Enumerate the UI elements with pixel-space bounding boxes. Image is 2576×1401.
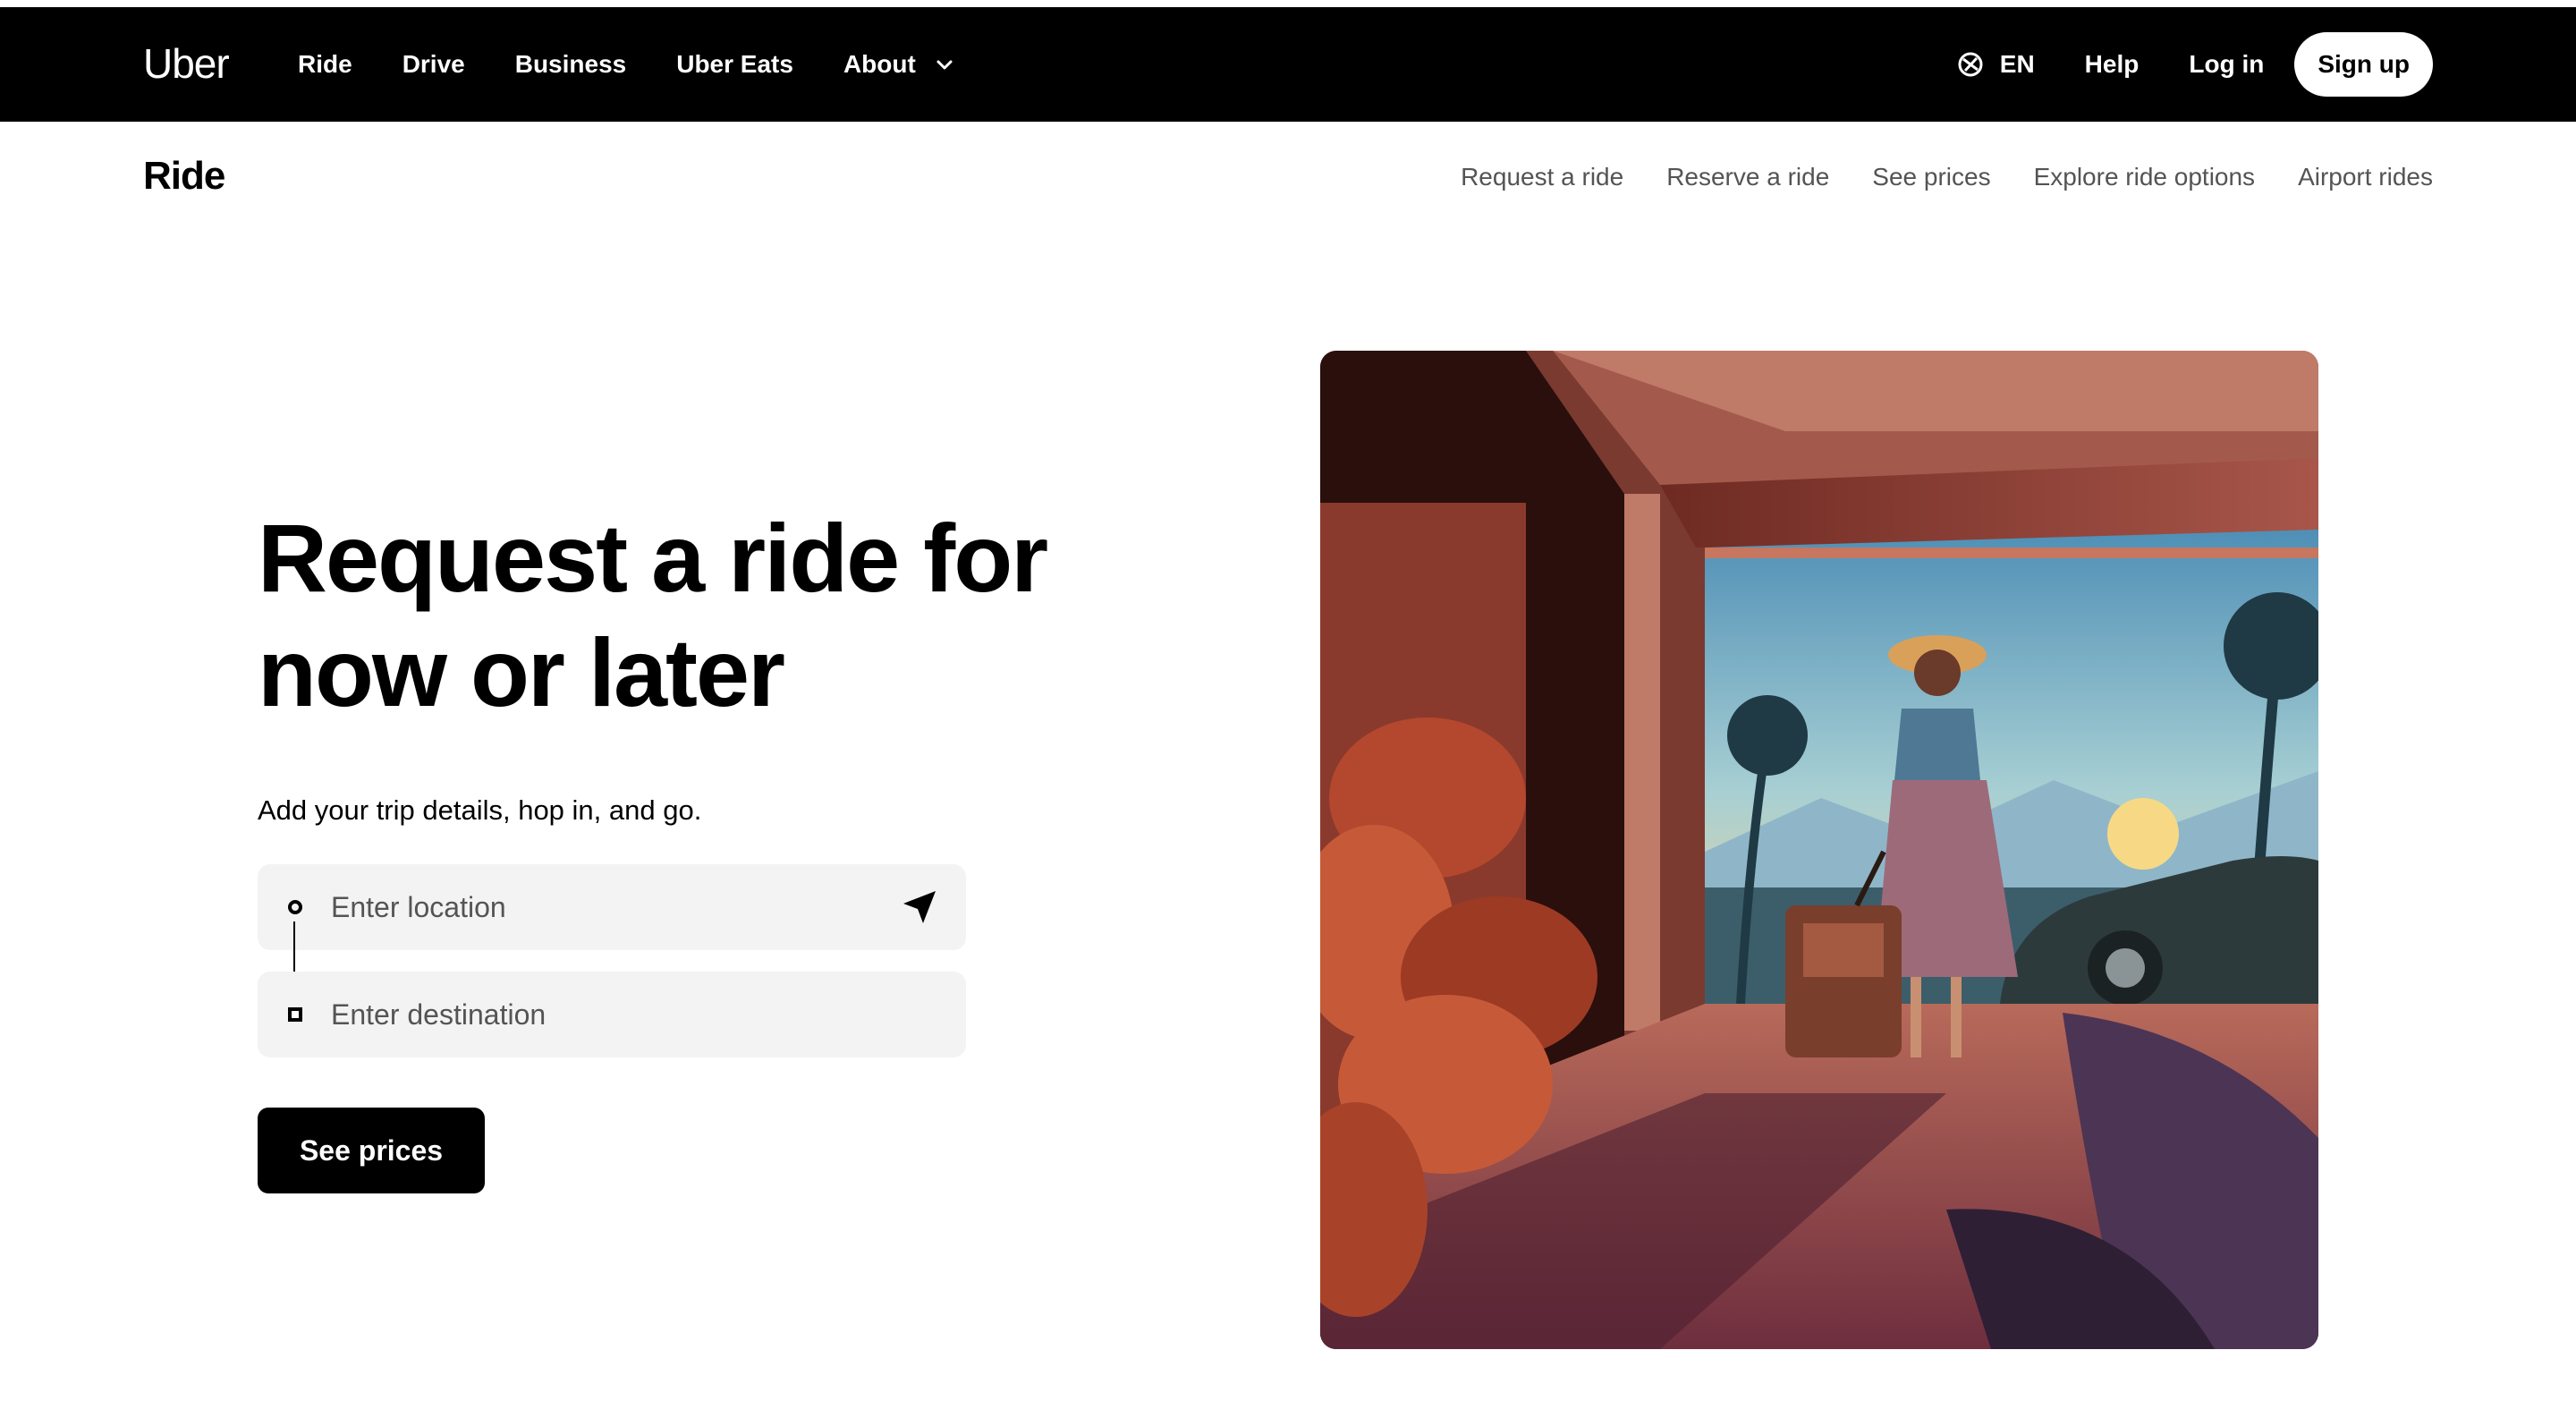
pickup-location-input[interactable]: [329, 889, 866, 925]
nav-uber-eats[interactable]: Uber Eats: [676, 50, 793, 79]
pickup-field: [258, 864, 966, 950]
login-link[interactable]: Log in: [2189, 50, 2264, 79]
chevron-down-icon: [936, 60, 953, 70]
hero-illustration: [1320, 351, 2318, 1349]
dropoff-field: [258, 972, 966, 1057]
help-link[interactable]: Help: [2085, 50, 2140, 79]
navigation-arrow-icon[interactable]: [900, 887, 939, 927]
nav-drive[interactable]: Drive: [402, 50, 465, 79]
nav-about[interactable]: About: [843, 50, 955, 79]
nav-business[interactable]: Business: [515, 50, 627, 79]
hero-heading-line-2: now or later: [258, 618, 785, 726]
primary-nav: Ride Drive Business Uber Eats About: [298, 7, 1005, 122]
sub-navigation: Request a ride Reserve a ride See prices…: [1418, 163, 2433, 191]
pickup-dot-icon: [288, 900, 302, 914]
hero-heading: Request a ride for now or later: [258, 501, 1063, 730]
hero-subtitle: Add your trip details, hop in, and go.: [258, 794, 702, 826]
dropoff-square-icon: [288, 1007, 302, 1022]
nav-about-label: About: [843, 50, 916, 78]
nav-ride[interactable]: Ride: [298, 50, 352, 79]
globe-icon: [1958, 52, 1983, 77]
see-prices-button[interactable]: See prices: [258, 1108, 485, 1193]
signup-button[interactable]: Sign up: [2294, 32, 2433, 97]
top-navigation-bar: Uber Ride Drive Business Uber Eats About…: [0, 7, 2576, 122]
hero-heading-line-1: Request a ride for: [258, 504, 1048, 612]
subnav-see-prices[interactable]: See prices: [1872, 163, 1990, 191]
uber-logo[interactable]: Uber: [143, 39, 230, 88]
language-selector[interactable]: EN: [1957, 50, 2035, 79]
language-label: EN: [1999, 50, 2035, 78]
account-nav: EN Help Log in Sign up: [1957, 7, 2433, 122]
subnav-reserve-a-ride[interactable]: Reserve a ride: [1666, 163, 1829, 191]
subnav-explore-ride-options[interactable]: Explore ride options: [2034, 163, 2255, 191]
section-title: Ride: [143, 154, 225, 198]
airport-traveler-illustration: [1320, 351, 2318, 1349]
subnav-airport-rides[interactable]: Airport rides: [2298, 163, 2433, 191]
destination-input[interactable]: [329, 997, 866, 1032]
subnav-request-a-ride[interactable]: Request a ride: [1461, 163, 1623, 191]
